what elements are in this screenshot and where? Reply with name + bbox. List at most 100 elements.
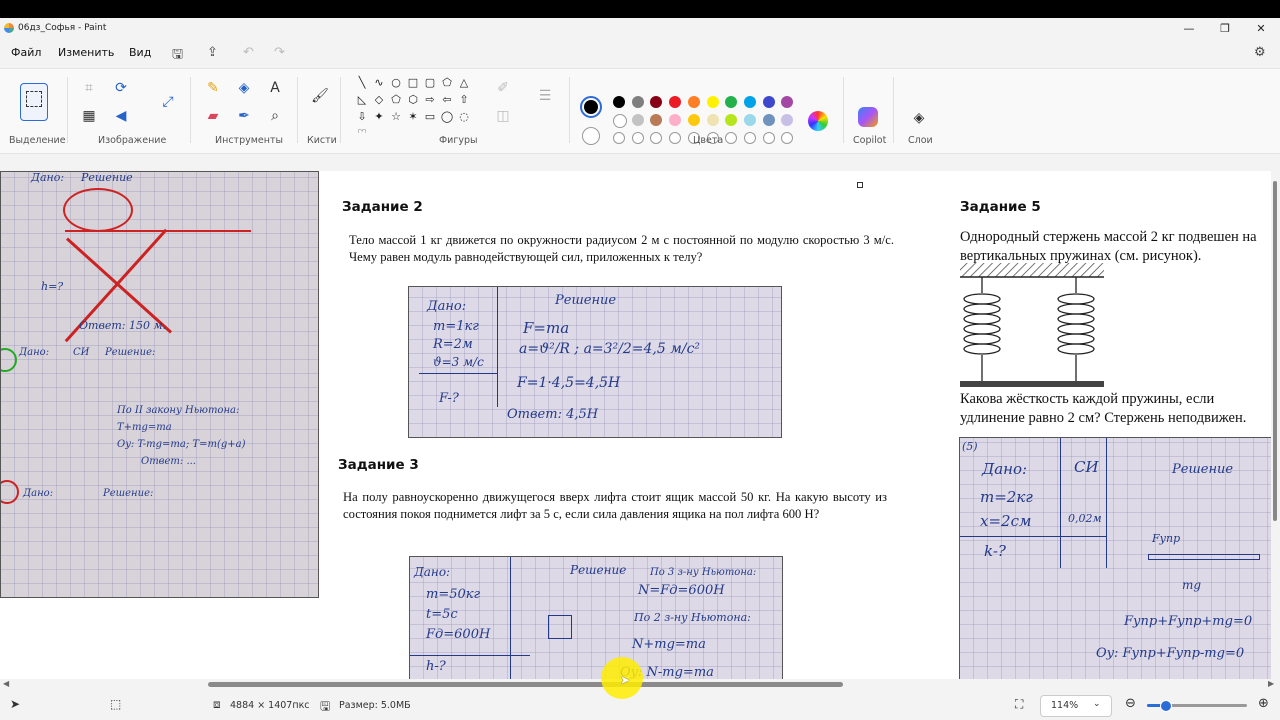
custom-color-slot[interactable] [669,132,682,144]
star6-shape-icon[interactable]: ✶ [406,110,420,124]
copilot-icon[interactable] [858,107,878,127]
triangle-shape-icon[interactable]: △ [457,76,471,90]
color-swatch[interactable] [743,96,756,108]
color-swatch[interactable] [781,96,794,108]
star4-shape-icon[interactable]: ✦ [372,110,386,124]
polygon-shape-icon[interactable]: ⬠ [440,76,454,90]
text-tool-icon[interactable]: A [264,77,286,99]
color-swatch[interactable] [762,114,775,126]
color-swatch[interactable] [687,96,700,108]
select-all-icon[interactable]: ▦ [78,105,100,127]
callout-rect-shape-icon[interactable]: ▭ [423,110,437,124]
color-swatch[interactable] [725,114,738,126]
arrow-left-shape-icon[interactable]: ⇦ [440,93,454,107]
red-circle-annotation [1,480,19,504]
zoom-slider[interactable] [1147,700,1247,712]
zoom-select[interactable]: 114% ⌄ [1040,695,1112,717]
zoom-in-icon[interactable]: ⊕ [1258,696,1269,711]
custom-color-slot[interactable] [650,132,663,144]
scroll-right-arrow-icon[interactable]: ▶ [1268,679,1274,688]
edit-colors-icon[interactable] [808,111,828,131]
shape-fill-icon[interactable]: ◫ [492,105,514,127]
vertical-scrollbar[interactable] [1271,171,1280,679]
magnifier-icon[interactable]: ⌕ [264,105,286,127]
rectangle-shape-icon[interactable]: □ [406,76,420,90]
color-swatch[interactable] [613,96,625,108]
flip-icon[interactable]: ◀ [110,105,132,127]
custom-color-slot[interactable] [613,132,625,144]
custom-color-slot[interactable] [725,132,738,144]
arrow-right-shape-icon[interactable]: ⇨ [423,93,437,107]
group-label-colors: Цвета [693,135,724,146]
color-swatch[interactable] [631,114,644,126]
secondary-color-swatch[interactable] [582,127,600,145]
hexagon-shape-icon[interactable]: ⬡ [406,93,420,107]
settings-gear-icon[interactable]: ⚙ [1254,45,1266,60]
paint-app-icon [4,23,14,33]
color-swatch[interactable] [650,96,663,108]
menu-edit[interactable]: Изменить [58,46,114,59]
color-picker-icon[interactable]: ✒ [233,105,255,127]
custom-color-slot[interactable] [631,132,644,144]
color-swatch[interactable] [613,114,627,128]
close-button[interactable]: ✕ [1246,20,1276,38]
maximize-button[interactable]: ❐ [1210,20,1240,38]
fill-bucket-icon[interactable]: ◈ [233,77,255,99]
color-swatch[interactable] [650,114,663,126]
shape-size-icon[interactable]: ☰ [534,85,556,107]
mouse-cursor-icon: ➤ [620,673,631,687]
undo-icon[interactable]: ↶ [243,45,254,60]
diamond-shape-icon[interactable]: ◇ [372,93,386,107]
color-swatch[interactable] [706,96,719,108]
rotate-icon[interactable]: ⟳ [110,77,132,99]
zoom-slider-thumb[interactable] [1160,700,1172,712]
canvas-resize-handle[interactable] [857,182,863,188]
current-color-swatch[interactable] [580,96,602,118]
rounded-rect-shape-icon[interactable]: ▢ [423,76,437,90]
zoom-out-icon[interactable]: ⊖ [1125,696,1136,711]
share-icon[interactable]: ⇪ [207,45,218,60]
outline-icon[interactable]: ✐ [492,77,514,99]
layers-icon[interactable]: ◈ [908,107,930,129]
star5-shape-icon[interactable]: ☆ [389,110,403,124]
callout-oval-shape-icon[interactable]: ◯ [440,110,454,124]
vertical-scroll-thumb[interactable] [1273,181,1277,521]
eraser-icon[interactable]: ▰ [202,105,224,127]
arrow-up-shape-icon[interactable]: ⇧ [457,93,471,107]
fit-to-window-icon[interactable]: ⛶ [1015,697,1023,712]
menu-view[interactable]: Вид [129,46,151,59]
oval-shape-icon[interactable]: ○ [389,76,403,90]
color-swatch[interactable] [687,114,700,126]
crop-icon[interactable]: ⌗ [78,77,100,99]
color-swatch[interactable] [706,114,719,126]
custom-color-slot[interactable] [781,132,794,144]
redo-icon[interactable]: ↷ [274,45,285,60]
color-swatch[interactable] [669,96,682,108]
custom-color-slot[interactable] [762,132,775,144]
horizontal-scroll-thumb[interactable] [208,682,843,687]
notebook-photo-left: Дано: Решение h=? Ответ: 150 м. Дано: СИ… [0,171,319,598]
curve-shape-icon[interactable]: ∿ [372,76,386,90]
pencil-icon[interactable]: ✎ [202,77,224,99]
drawing-canvas[interactable]: Дано: Решение h=? Ответ: 150 м. Дано: СИ… [0,171,1271,679]
color-swatch[interactable] [669,114,682,126]
resize-icon[interactable]: ⤢ [157,91,179,113]
color-swatch[interactable] [781,114,794,126]
minimize-button[interactable]: — [1174,20,1204,38]
callout-cloud-shape-icon[interactable]: ◌ [457,110,471,124]
brush-icon[interactable]: 🖌 [309,85,331,107]
color-swatch[interactable] [725,96,738,108]
selection-tool-button[interactable] [20,83,48,121]
right-triangle-shape-icon[interactable]: ◺ [355,93,369,107]
scroll-left-arrow-icon[interactable]: ◀ [3,679,9,688]
color-swatch[interactable] [743,114,756,126]
save-icon[interactable]: 🖫 [172,45,183,67]
color-swatch[interactable] [762,96,775,108]
menu-file[interactable]: Файл [11,46,41,59]
line-shape-icon[interactable]: ╲ [355,76,369,90]
color-swatch[interactable] [631,96,644,108]
heart-shape-icon[interactable]: ♡ [355,127,369,133]
pentagon-shape-icon[interactable]: ⬠ [389,93,403,107]
arrow-down-shape-icon[interactable]: ⇩ [355,110,369,124]
custom-color-slot[interactable] [743,132,756,144]
